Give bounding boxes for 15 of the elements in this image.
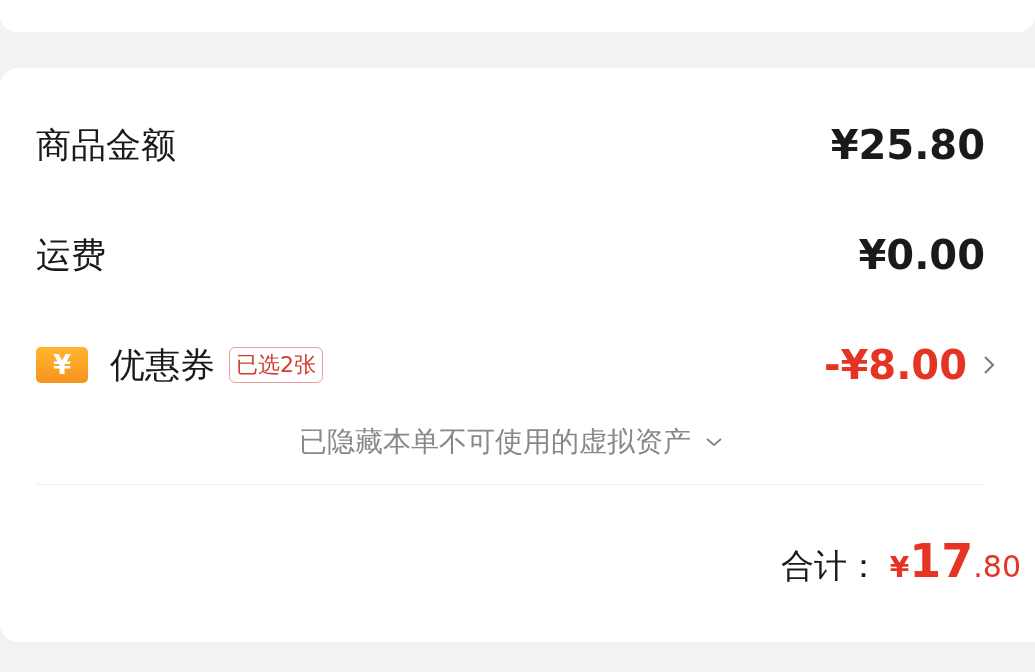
row-amount: ¥0.00 — [858, 231, 985, 280]
total-integer: 17 — [909, 533, 974, 590]
chevron-down-icon — [704, 436, 723, 448]
selected-count-tag: 已选2张 — [229, 347, 323, 383]
row-amount[interactable]: -¥8.00 — [823, 335, 967, 395]
chevron-right-icon[interactable] — [983, 355, 995, 375]
total-label: 合计： — [780, 545, 880, 587]
row-label: 优惠券 — [110, 343, 215, 387]
coupon-icon: ¥ — [36, 347, 88, 383]
total-currency: ¥ — [889, 550, 910, 586]
row-label: 运费 — [36, 233, 106, 277]
row-label: 商品金额 — [36, 123, 176, 167]
total-decimal: .80 — [973, 548, 1021, 586]
hidden-assets-toggle[interactable]: 已隐藏本单不可使用的虚拟资产 — [298, 421, 723, 463]
row-amount: ¥25.80 — [830, 121, 985, 170]
